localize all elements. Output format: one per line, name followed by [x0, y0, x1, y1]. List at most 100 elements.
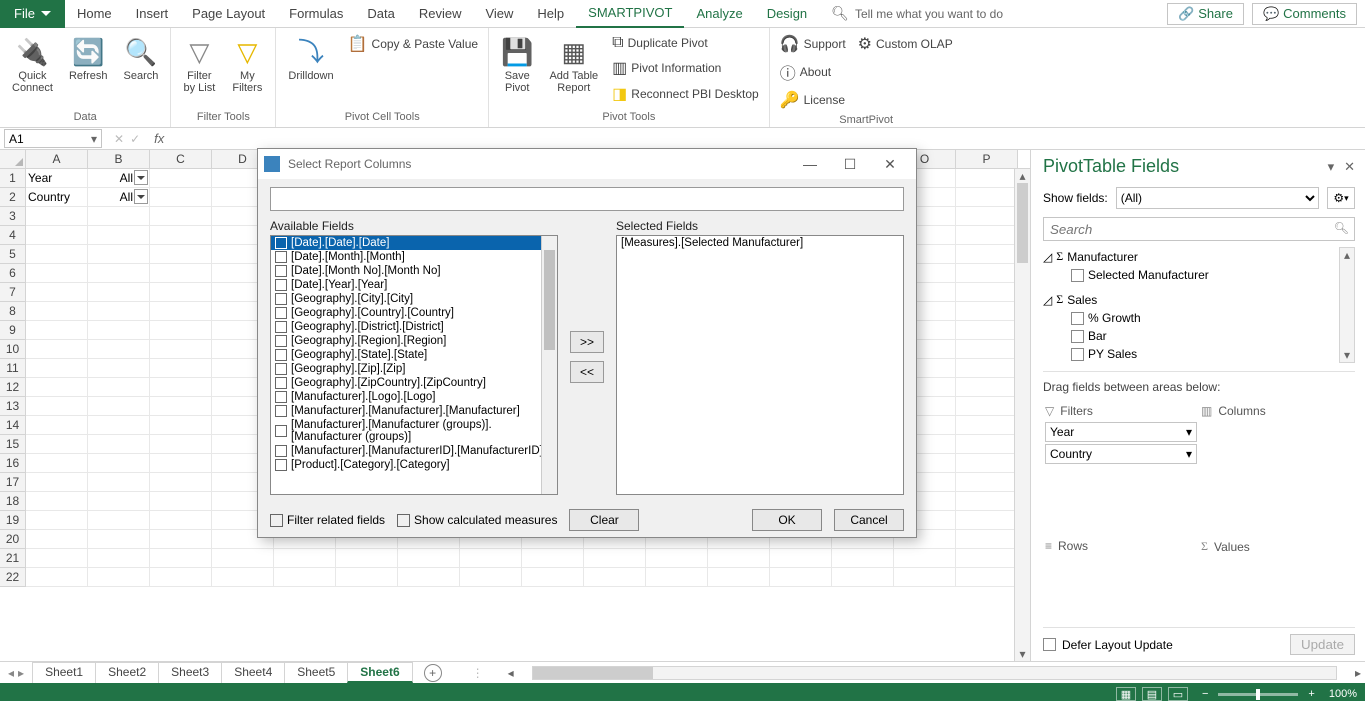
cell[interactable] [150, 492, 212, 511]
cell[interactable] [88, 416, 150, 435]
cell[interactable] [956, 302, 1018, 321]
cell[interactable] [956, 245, 1018, 264]
cell[interactable] [274, 549, 336, 568]
cell[interactable] [956, 511, 1018, 530]
area-filters[interactable]: ▽Filters Year▾ Country▾ [1043, 400, 1199, 535]
checkbox[interactable] [275, 321, 287, 333]
view-pagelayout-icon[interactable]: ▤ [1142, 687, 1162, 701]
sheet-tab[interactable]: Sheet5 [284, 662, 348, 683]
custom-olap-button[interactable]: ⚙Custom OLAP [854, 32, 957, 56]
my-filters-button[interactable]: ▽My Filters [225, 30, 269, 98]
cell[interactable] [398, 568, 460, 587]
cell[interactable] [150, 340, 212, 359]
cell[interactable] [274, 568, 336, 587]
row-header[interactable]: 16 [0, 454, 26, 473]
scroll-thumb[interactable] [1017, 183, 1028, 263]
tab-design[interactable]: Design [755, 0, 819, 28]
fx-icon[interactable]: fx [154, 131, 164, 146]
cell[interactable] [26, 207, 88, 226]
cell[interactable] [398, 549, 460, 568]
cell[interactable] [150, 188, 212, 207]
cell[interactable] [88, 245, 150, 264]
tab-home[interactable]: Home [65, 0, 124, 28]
pivot-info-button[interactable]: ▥Pivot Information [608, 56, 763, 80]
cell[interactable] [88, 321, 150, 340]
cell[interactable] [26, 473, 88, 492]
zoom-in-button[interactable]: + [1308, 688, 1314, 700]
quick-connect-button[interactable]: 🔌Quick Connect [6, 30, 59, 98]
view-pagebreak-icon[interactable]: ▭ [1168, 687, 1188, 701]
cell[interactable] [26, 397, 88, 416]
cell[interactable] [956, 492, 1018, 511]
row-header[interactable]: 20 [0, 530, 26, 549]
tree-group[interactable]: ◿ΣManufacturer [1043, 247, 1355, 266]
tell-me-search[interactable]: 🔍︎ Tell me what you want to do [831, 5, 1003, 22]
sheet-tab[interactable]: Sheet4 [221, 662, 285, 683]
row-header[interactable]: 13 [0, 397, 26, 416]
checkbox[interactable] [275, 293, 287, 305]
cell[interactable]: Country [26, 188, 88, 207]
cell[interactable] [150, 473, 212, 492]
available-fields-list[interactable]: [Date].[Date].[Date][Date].[Month].[Mont… [270, 235, 558, 495]
cell[interactable] [26, 549, 88, 568]
cell[interactable] [26, 568, 88, 587]
cell[interactable] [26, 245, 88, 264]
scroll-down-icon[interactable]: ▾ [1015, 647, 1030, 661]
list-item[interactable]: [Geography].[Country].[Country] [271, 306, 557, 320]
cell[interactable] [894, 549, 956, 568]
cell[interactable] [150, 283, 212, 302]
list-item[interactable]: [Product].[Category].[Category] [271, 458, 557, 472]
sheet-tab[interactable]: Sheet2 [95, 662, 159, 683]
cell[interactable] [770, 549, 832, 568]
cell[interactable] [832, 549, 894, 568]
sheet-nav[interactable]: ◂▸ [0, 666, 32, 680]
cell[interactable] [150, 207, 212, 226]
move-right-button[interactable]: >> [570, 331, 604, 353]
cell[interactable] [88, 283, 150, 302]
cell[interactable] [894, 568, 956, 587]
close-icon[interactable]: ✕ [1344, 159, 1355, 175]
tab-view[interactable]: View [473, 0, 525, 28]
sheet-tab[interactable]: Sheet3 [158, 662, 222, 683]
row-header[interactable]: 6 [0, 264, 26, 283]
checkbox[interactable] [275, 363, 287, 375]
cell[interactable]: All [88, 169, 150, 188]
cell[interactable] [26, 340, 88, 359]
area-columns[interactable]: ▥Columns [1199, 400, 1355, 535]
close-button[interactable]: ✕ [870, 156, 910, 173]
cell[interactable] [832, 568, 894, 587]
list-item[interactable]: [Manufacturer].[ManufacturerID].[Manufac… [271, 444, 557, 458]
cell[interactable] [150, 416, 212, 435]
checkbox[interactable] [275, 425, 287, 437]
tree-field[interactable]: Bar [1043, 327, 1355, 345]
list-scrollbar[interactable] [541, 236, 557, 494]
filter-dropdown-icon[interactable] [134, 189, 148, 204]
support-button[interactable]: 🎧Support [776, 32, 850, 56]
cell[interactable] [956, 378, 1018, 397]
row-header[interactable]: 4 [0, 226, 26, 245]
tree-field[interactable]: PY Sales [1043, 345, 1355, 363]
cell[interactable] [26, 321, 88, 340]
fields-search-input[interactable] [1043, 217, 1355, 241]
cell[interactable] [26, 511, 88, 530]
cell[interactable] [956, 207, 1018, 226]
filter-dropdown-icon[interactable] [134, 170, 148, 185]
dialog-search-input[interactable] [270, 187, 904, 211]
save-pivot-button[interactable]: 💾Save Pivot [495, 30, 539, 98]
name-box[interactable]: A1▾ [4, 129, 102, 148]
cell[interactable] [336, 549, 398, 568]
checkbox[interactable] [275, 405, 287, 417]
zoom-out-button[interactable]: − [1202, 688, 1208, 700]
cell[interactable] [956, 169, 1018, 188]
sheet-tab[interactable]: Sheet6 [347, 662, 412, 683]
vertical-scrollbar[interactable]: ▴ ▾ [1014, 169, 1030, 661]
cell[interactable] [26, 435, 88, 454]
cell[interactable] [956, 568, 1018, 587]
minimize-button[interactable]: — [790, 156, 830, 172]
pane-settings-button[interactable]: ⚙▾ [1327, 187, 1355, 209]
cell[interactable] [956, 454, 1018, 473]
checkbox[interactable] [275, 335, 287, 347]
checkbox[interactable] [275, 459, 287, 471]
duplicate-pivot-button[interactable]: ⧉Duplicate Pivot [608, 32, 763, 54]
cell[interactable] [956, 397, 1018, 416]
